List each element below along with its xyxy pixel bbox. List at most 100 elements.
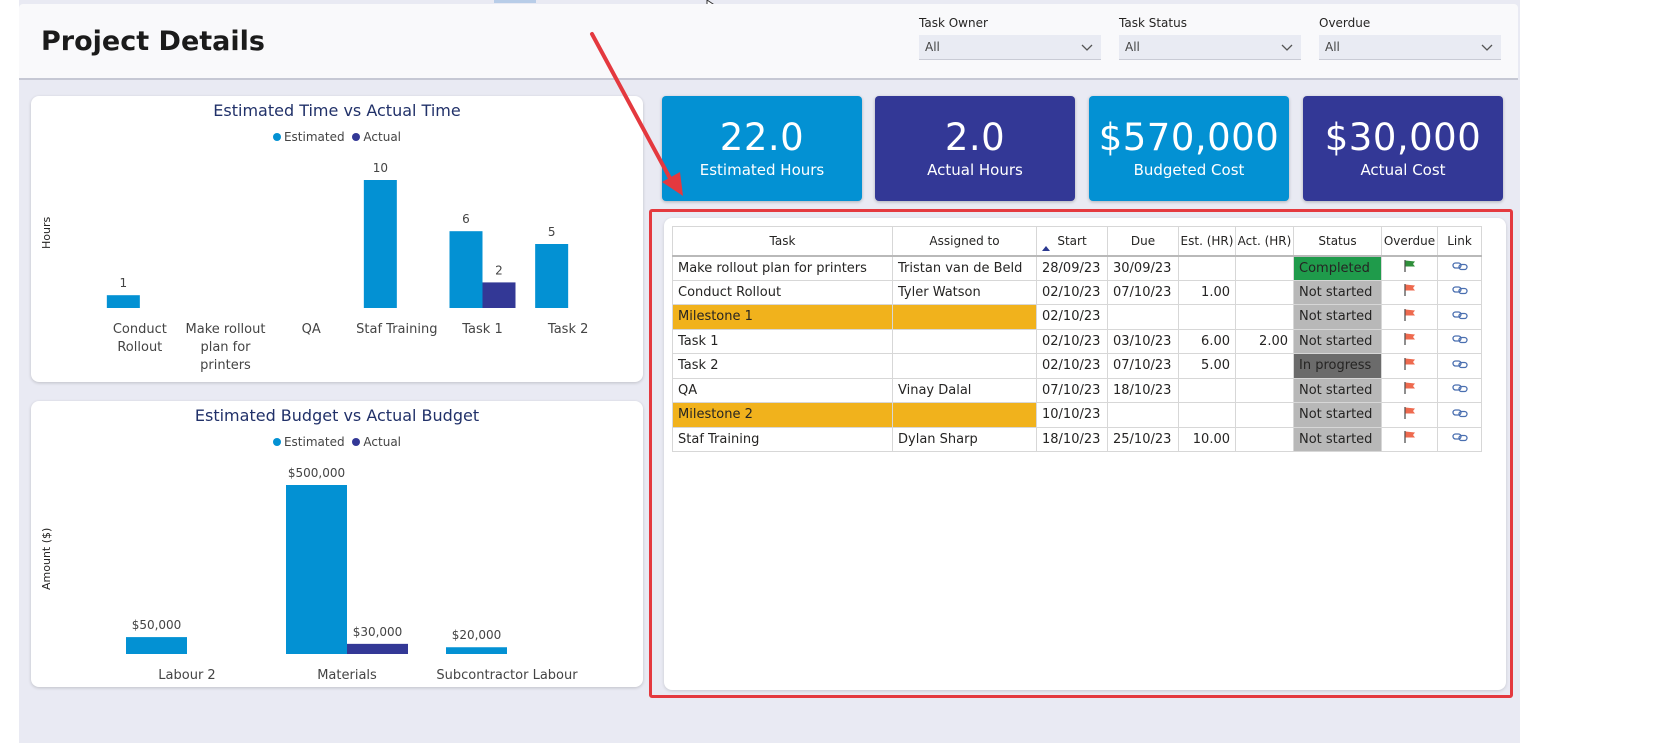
cell-overdue xyxy=(1381,402,1438,428)
kpi-label: Actual Hours xyxy=(927,161,1023,179)
column-header-start[interactable]: Start xyxy=(1036,226,1108,257)
sort-ascending-icon xyxy=(1042,245,1050,251)
cell-status: Not started xyxy=(1293,402,1382,428)
data-label: $50,000 xyxy=(132,618,182,632)
link-icon[interactable] xyxy=(1451,309,1468,321)
cell-overdue xyxy=(1381,255,1438,281)
time-chart-card[interactable]: Estimated Time vs Actual Time Estimated … xyxy=(31,96,643,382)
category-label: Task 1 xyxy=(461,322,502,337)
cell-assigned: Tyler Watson xyxy=(892,279,1037,305)
bar-estimated-0[interactable] xyxy=(126,637,187,654)
category-label: Conduct xyxy=(113,322,167,337)
table-row[interactable]: Make rollout plan for printers Tristan va… xyxy=(672,255,1482,281)
kpi-actual-hours[interactable]: 2.0 Actual Hours xyxy=(875,96,1075,201)
green-flag-icon xyxy=(1403,260,1415,272)
cell-link[interactable] xyxy=(1437,255,1482,281)
data-label: $20,000 xyxy=(452,628,502,642)
cell-assigned xyxy=(892,402,1037,428)
table-row[interactable]: Milestone 2 10/10/23 Not started xyxy=(672,402,1482,428)
slicer-label: Task Status xyxy=(1119,16,1187,30)
column-header-est[interactable]: Est. (HR) xyxy=(1178,226,1236,257)
cell-assigned: Tristan van de Beld xyxy=(892,255,1037,281)
kpi-label: Estimated Hours xyxy=(699,161,825,179)
table-row[interactable]: Task 1 02/10/23 03/10/23 6.00 2.00 Not starte… xyxy=(672,328,1482,354)
link-icon[interactable] xyxy=(1451,260,1468,272)
table-row[interactable]: Conduct Rollout Tyler Watson 02/10/23 07/10… xyxy=(672,279,1482,305)
column-header-act[interactable]: Act. (HR) xyxy=(1235,226,1294,257)
cell-due: 30/09/23 xyxy=(1107,255,1179,281)
column-header-task[interactable]: Task xyxy=(672,226,893,257)
kpi-estimated-hours[interactable]: 22.0 Estimated Hours xyxy=(662,96,862,201)
column-header-label: Start xyxy=(1057,233,1087,248)
cell-link[interactable] xyxy=(1437,353,1482,379)
column-header-due[interactable]: Due xyxy=(1107,226,1179,257)
link-icon[interactable] xyxy=(1451,382,1468,394)
table-row[interactable]: QA Vinay Dalal 07/10/23 18/10/23 Not started xyxy=(672,377,1482,403)
cell-task: QA xyxy=(672,377,893,403)
category-label: QA xyxy=(302,322,321,337)
bar-estimated-0[interactable] xyxy=(106,295,140,308)
link-icon[interactable] xyxy=(1451,284,1468,296)
cell-start: 02/10/23 xyxy=(1036,328,1108,354)
cell-start: 28/09/23 xyxy=(1036,255,1108,281)
overdue-dropdown[interactable]: All xyxy=(1319,35,1501,60)
cell-overdue xyxy=(1381,279,1438,305)
bar-estimated-4[interactable] xyxy=(449,231,483,308)
slicer-label: Overdue xyxy=(1319,16,1371,30)
data-label: $500,000 xyxy=(288,466,345,480)
cell-link[interactable] xyxy=(1437,377,1482,403)
column-header-overdue[interactable]: Overdue xyxy=(1381,226,1438,257)
link-icon[interactable] xyxy=(1451,333,1468,345)
category-label: Materials xyxy=(317,668,377,683)
cell-due: 07/10/23 xyxy=(1107,279,1179,305)
cell-status: In progress xyxy=(1293,353,1382,379)
cell-est: 1.00 xyxy=(1178,279,1236,305)
task-table: Task Assigned to Start Due Est. (HR) Act… xyxy=(672,226,1482,452)
cell-task: Staf Training xyxy=(672,426,893,452)
budget-bar-chart: $50,000 Labour 2 $500,000 $30,000 Materials $… xyxy=(126,466,578,683)
cell-start: 02/10/23 xyxy=(1036,304,1108,330)
cell-act xyxy=(1235,304,1294,330)
red-flag-icon xyxy=(1403,406,1415,419)
cell-est: 10.00 xyxy=(1178,426,1236,452)
cell-act xyxy=(1235,402,1294,428)
slicer-label: Task Owner xyxy=(919,16,988,30)
cell-task: Make rollout plan for printers xyxy=(672,255,893,281)
kpi-actual-cost[interactable]: $30,000 Actual Cost xyxy=(1303,96,1503,201)
budget-chart-card[interactable]: Estimated Budget vs Actual Budget Estima… xyxy=(31,401,643,687)
category-label: plan for xyxy=(200,340,251,355)
table-header-row: Task Assigned to Start Due Est. (HR) Act… xyxy=(672,226,1482,257)
table-row[interactable]: Milestone 1 02/10/23 Not started xyxy=(672,304,1482,330)
kpi-budgeted-cost[interactable]: $570,000 Budgeted Cost xyxy=(1089,96,1289,201)
link-icon[interactable] xyxy=(1451,358,1468,370)
time-bar-chart: 1 Conduct Rollout Make rollout plan for print… xyxy=(106,161,588,373)
bar-estimated-2[interactable] xyxy=(446,647,507,654)
bar-estimated-5[interactable] xyxy=(535,244,569,308)
bar-actual-1[interactable] xyxy=(347,643,408,654)
task-status-dropdown[interactable]: All xyxy=(1119,35,1301,60)
category-label: Make rollout xyxy=(186,322,266,337)
chevron-down-icon xyxy=(1481,44,1493,51)
cell-link[interactable] xyxy=(1437,426,1482,452)
link-icon[interactable] xyxy=(1451,431,1468,443)
cell-link[interactable] xyxy=(1437,279,1482,305)
bar-estimated-3[interactable] xyxy=(363,180,397,308)
cell-assigned xyxy=(892,328,1037,354)
column-header-status[interactable]: Status xyxy=(1293,226,1382,257)
cell-due xyxy=(1107,304,1179,330)
category-label: Rollout xyxy=(117,340,162,355)
column-header-link[interactable]: Link xyxy=(1437,226,1482,257)
table-row[interactable]: Staf Training Dylan Sharp 18/10/23 25/10/23… xyxy=(672,426,1482,452)
cell-link[interactable] xyxy=(1437,402,1482,428)
column-header-assigned[interactable]: Assigned to xyxy=(892,226,1037,257)
cell-link[interactable] xyxy=(1437,328,1482,354)
kpi-label: Actual Cost xyxy=(1360,161,1446,179)
table-row[interactable]: Task 2 02/10/23 07/10/23 5.00 In progress xyxy=(672,353,1482,379)
cell-act: 2.00 xyxy=(1235,328,1294,354)
bar-actual-4[interactable] xyxy=(482,282,516,308)
cell-link[interactable] xyxy=(1437,304,1482,330)
slicer-value: All xyxy=(925,40,940,54)
task-owner-dropdown[interactable]: All xyxy=(919,35,1101,60)
link-icon[interactable] xyxy=(1451,407,1468,419)
bar-estimated-1[interactable] xyxy=(286,485,347,654)
